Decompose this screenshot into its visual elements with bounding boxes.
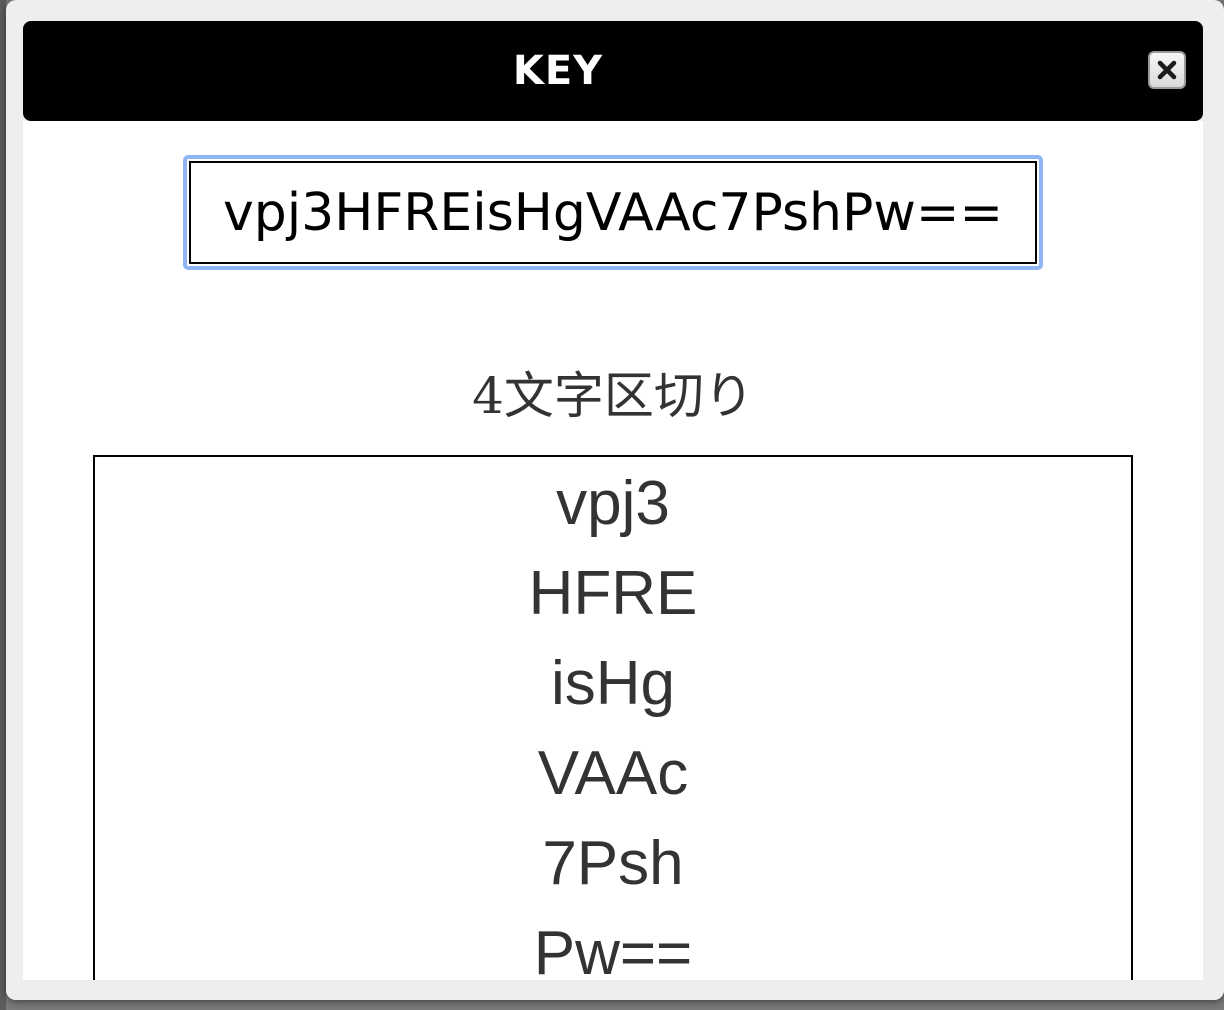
- dialog-titlebar: KEY: [23, 21, 1203, 121]
- close-icon: [1157, 60, 1177, 80]
- chunk-list-box: vpj3 HFRE isHg VAAc 7Psh Pw==: [93, 455, 1133, 995]
- chunk-item: 7Psh: [542, 829, 684, 898]
- dialog-bottom-edge: [6, 980, 1224, 1000]
- key-dialog: KEY 4文字区切り vpj3 HFRE isHg VAAc 7Psh Pw==: [6, 0, 1224, 1000]
- key-field-focus-ring: [183, 155, 1043, 270]
- chunk-item: isHg: [550, 649, 676, 718]
- dialog-title: KEY: [512, 48, 604, 94]
- chunk-heading: 4文字区切り: [472, 367, 754, 425]
- chunk-item: vpj3: [556, 469, 670, 538]
- close-button[interactable]: [1148, 51, 1186, 89]
- dialog-content: 4文字区切り vpj3 HFRE isHg VAAc 7Psh Pw==: [23, 121, 1203, 995]
- key-field[interactable]: [189, 161, 1037, 264]
- chunk-item: HFRE: [528, 559, 698, 628]
- chunk-list: vpj3 HFRE isHg VAAc 7Psh Pw==: [95, 459, 1131, 999]
- chunk-item: VAAc: [537, 739, 689, 808]
